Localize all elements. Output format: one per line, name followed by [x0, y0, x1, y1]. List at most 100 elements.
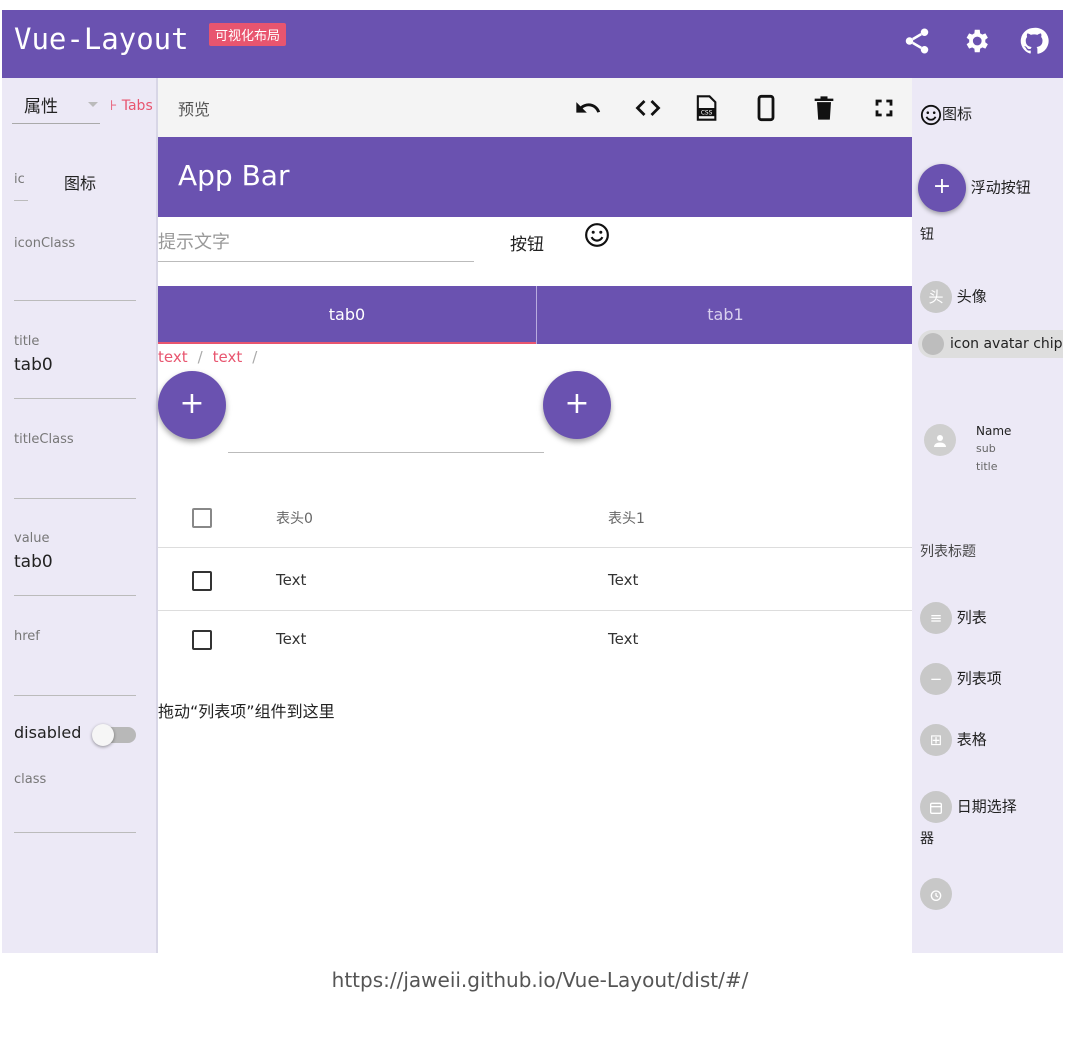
github-icon[interactable] [1019, 26, 1049, 56]
trash-icon[interactable] [810, 94, 838, 122]
field-label: iconClass [14, 236, 76, 251]
preview-title: 预览 [178, 100, 211, 119]
fab-button-2[interactable]: + [543, 371, 611, 439]
table-header-cell: 表头1 [608, 511, 645, 527]
field-label: href [14, 629, 40, 644]
component-table[interactable]: ⊞ 表格 [920, 724, 987, 756]
select-all-checkbox[interactable] [192, 508, 212, 528]
row-checkbox[interactable] [192, 630, 212, 650]
text-field-underline[interactable] [228, 452, 544, 453]
person-icon [924, 424, 956, 456]
breadcrumb-item[interactable]: text [158, 348, 188, 366]
list-tile-title: title [976, 460, 998, 473]
component-time-picker[interactable] [920, 878, 952, 910]
table-row: Text Text [158, 610, 914, 670]
chip-avatar-icon [922, 333, 944, 355]
component-label: 头像 [956, 287, 987, 306]
field-value: tab0 [14, 355, 53, 375]
minus-icon: − [920, 663, 952, 695]
list-tile-name: Name [976, 424, 1012, 438]
table-cell: Text [608, 571, 639, 589]
share-icon[interactable] [902, 26, 932, 56]
field-titleclass[interactable]: titleClass [14, 432, 136, 499]
page-url: https://jaweii.github.io/Vue-Layout/dist… [331, 968, 749, 992]
field-disabled: disabled [14, 723, 136, 746]
component-label: 列表项 [956, 669, 1002, 688]
properties-tab[interactable]: 属性 [12, 92, 100, 124]
component-label: icon avatar chip [950, 336, 1063, 352]
calendar-icon [920, 791, 952, 823]
tab-tab1[interactable]: tab1 [536, 286, 914, 344]
mobile-icon[interactable] [752, 94, 780, 122]
component-label: 列表 [956, 608, 987, 627]
table-cell: Text [276, 630, 307, 648]
breadcrumb-item[interactable]: text [213, 348, 243, 366]
tabs-bar: tab0 tab1 [158, 286, 914, 344]
hint-text-input[interactable]: 提示文字 [158, 228, 474, 262]
field-title[interactable]: title tab0 [14, 334, 136, 399]
table-cell: Text [608, 630, 639, 648]
code-icon[interactable] [634, 94, 662, 122]
field-href[interactable]: href [14, 629, 136, 696]
top-bar: Vue-Layout 可视化布局 [2, 10, 1063, 78]
components-panel: 图标 + 浮动按钮 钮 头 头像 icon avatar chip Name s… [912, 78, 1063, 953]
component-list-item[interactable]: − 列表项 [920, 663, 1002, 695]
properties-panel: 属性 ⊦ Tabs ic 图标 iconClass title tab0 tit… [2, 78, 156, 953]
alarm-clock-icon [920, 878, 952, 910]
smiley-icon [585, 223, 609, 247]
field-label: titleClass [14, 432, 74, 447]
table-icon: ⊞ [920, 724, 952, 756]
preview-canvas: 预览 CSS App Bar 提示文字 按钮 tab0 tab1 text / … [156, 78, 914, 953]
table-header-cell: 表头0 [276, 511, 313, 527]
smiley-icon [920, 104, 942, 125]
component-label-wrap: 钮 [920, 227, 934, 243]
field-value-text: tab0 [14, 552, 53, 572]
field-label: value [14, 531, 50, 546]
component-list[interactable]: ≡ 列表 [920, 602, 987, 634]
drop-zone-hint[interactable]: 拖动“列表项”组件到这里 [158, 698, 335, 722]
fullscreen-icon[interactable] [870, 94, 898, 122]
component-label: 表格 [956, 730, 987, 749]
field-ic[interactable]: ic 图标 [14, 168, 136, 201]
list-icon: ≡ [920, 602, 952, 634]
undo-icon[interactable] [574, 94, 602, 122]
table-cell: Text [276, 571, 307, 589]
component-icon[interactable]: 图标 [920, 103, 972, 126]
disabled-toggle[interactable] [92, 724, 136, 746]
app-bar-title: App Bar [178, 159, 290, 192]
tabs-component-link[interactable]: ⊦ Tabs [110, 98, 153, 114]
table-row: Text Text [158, 551, 914, 611]
text-button[interactable]: 按钮 [510, 230, 544, 255]
field-class[interactable]: class [14, 772, 136, 833]
app-window: Vue-Layout 可视化布局 属性 ⊦ Tabs ic 图标 iconCla… [2, 10, 1063, 953]
preview-toolbar: 预览 CSS [158, 78, 914, 137]
component-list-tile[interactable]: Name sub title [920, 412, 1060, 473]
app-bar: App Bar [158, 137, 914, 217]
properties-tab-label: 属性 [24, 97, 58, 117]
row-checkbox[interactable] [192, 571, 212, 591]
field-iconclass[interactable]: iconClass [14, 236, 136, 301]
gear-icon[interactable] [961, 26, 991, 56]
list-tile-sub: sub [976, 442, 996, 455]
field-label: disabled [14, 723, 82, 742]
tab-tab0[interactable]: tab0 [158, 286, 536, 344]
component-chip[interactable]: icon avatar chip [918, 330, 1063, 358]
component-label-wrap: 器 [920, 831, 934, 847]
component-label: 图标 [942, 105, 973, 123]
component-label: 浮动按钮 [970, 178, 1031, 197]
field-label: class [14, 772, 47, 787]
component-avatar[interactable]: 头 头像 [920, 281, 987, 313]
component-date-picker[interactable]: 日期选择 [920, 791, 1017, 823]
fab-button[interactable]: + [158, 371, 226, 439]
avatar: 头 [920, 281, 952, 313]
field-label: ic [14, 172, 25, 187]
breadcrumb: text / text / [158, 348, 258, 366]
chevron-down-icon [88, 102, 98, 107]
css-file-icon[interactable]: CSS [692, 94, 720, 122]
brand-badge: 可视化布局 [209, 23, 287, 46]
svg-text:CSS: CSS [701, 111, 713, 117]
component-list-header[interactable]: 列表标题 [920, 541, 976, 561]
component-fab[interactable]: + 浮动按钮 [918, 164, 1031, 212]
plus-icon: + [918, 164, 966, 212]
field-value[interactable]: value tab0 [14, 531, 136, 596]
